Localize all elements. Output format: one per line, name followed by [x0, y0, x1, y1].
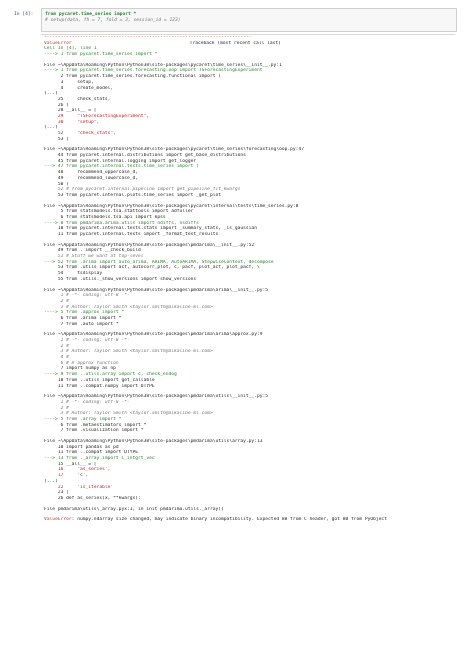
- input-line: from pycaret.time_series import *: [45, 12, 137, 17]
- final-error-message: : numpy.ndarray size changed, may indica…: [71, 517, 387, 523]
- input-line: # setup(data, fh = 7, fold = 3, session_…: [45, 18, 181, 23]
- traceback-header-right: Traceback (most recent call last): [189, 40, 281, 46]
- error-type: ValueError: [44, 40, 72, 46]
- final-error-label: ValueError: [44, 517, 72, 523]
- traceback-frames: File ~\AppData\Roaming\Python\Python38\s…: [44, 63, 464, 507]
- cell-prompt: In [4]:: [14, 12, 34, 17]
- final-error-line: ValueError: numpy.ndarray size changed, …: [44, 517, 464, 523]
- notebook-cell: In [4]: from pycaret.time_series import …: [3, 2, 465, 658]
- traceback-output: ----------------------------------------…: [44, 35, 464, 523]
- code-input-area[interactable]: from pycaret.time_series import * # setu…: [41, 8, 457, 32]
